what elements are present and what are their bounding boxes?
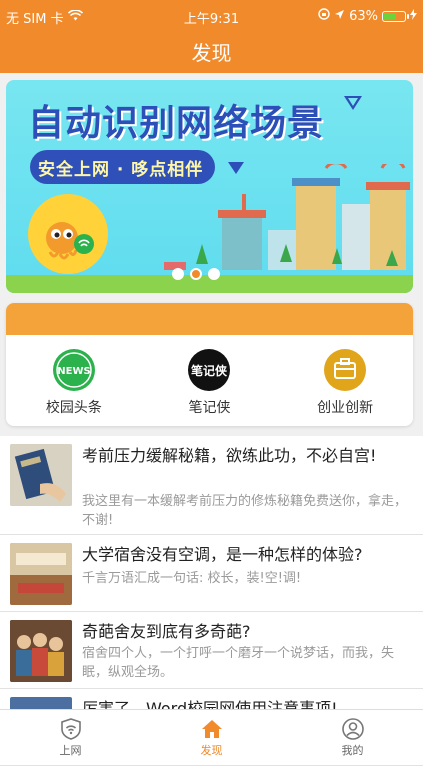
wifi-shield-icon xyxy=(0,716,141,742)
carousel-dot[interactable] xyxy=(190,268,202,280)
nav-bar: 发现 xyxy=(0,33,423,73)
article-desc: 我这里有一本缓解考前压力的修炼秘籍免费送你，拿走，不谢! xyxy=(82,494,408,528)
shortcut-campus-news[interactable]: NEWS 校园头条 xyxy=(14,349,134,417)
news-icon: NEWS xyxy=(52,349,95,391)
svg-text:笔记侠: 笔记侠 xyxy=(191,363,228,378)
notes-icon: 笔记侠 xyxy=(188,349,231,391)
article-title: 奇葩舍友到底有多奇葩? xyxy=(82,622,251,641)
list-item[interactable]: 大学宿舍没有空调，是一种怎样的体验? 千言万语汇成一句话: 校长，装!空!调! xyxy=(0,535,423,612)
article-title: 考前压力缓解秘籍，欲练此功，不必自宫! xyxy=(82,446,377,465)
article-thumbnail xyxy=(10,543,72,605)
page-title: 发现 xyxy=(191,41,232,65)
location-icon xyxy=(334,9,345,24)
mascot-illustration xyxy=(28,194,108,274)
article-desc: 宿舍四个人，一个打呼一个磨牙一个说梦话，而我，失眠，纵观全场。 xyxy=(82,646,395,680)
shortcut-card: NEWS 校园头条 笔记侠 笔记侠 创业创新 xyxy=(6,303,413,426)
lock-rotation-icon xyxy=(318,8,330,24)
city-illustration xyxy=(164,164,410,270)
home-icon xyxy=(141,716,282,742)
article-thumbnail xyxy=(10,444,72,506)
carousel-dot[interactable] xyxy=(208,268,220,280)
shortcut-label: 校园头条 xyxy=(45,400,102,416)
status-bar: 无 SIM 卡 上午9:31 63% xyxy=(0,0,423,33)
shortcut-label: 笔记侠 xyxy=(188,400,231,416)
svg-text:NEWS: NEWS xyxy=(57,366,90,377)
card-header-strip xyxy=(6,303,413,335)
promo-banner[interactable]: 自动识别网络场景 安全上网 · 哆点相伴 xyxy=(6,80,413,293)
charging-icon xyxy=(410,8,417,24)
banner-headline: 自动识别网络场景 xyxy=(28,103,325,144)
battery-percent: 63% xyxy=(349,8,378,24)
tab-label: 我的 xyxy=(341,744,364,757)
profile-icon xyxy=(282,716,423,742)
tab-discover[interactable]: 发现 xyxy=(141,710,282,762)
shortcut-startup[interactable]: 创业创新 xyxy=(285,349,405,417)
triangle-decoration xyxy=(344,96,362,110)
article-title: 大学宿舍没有空调，是一种怎样的体验? xyxy=(82,545,363,564)
carousel-dot[interactable] xyxy=(172,268,184,280)
tab-bar: 上网 发现 我的 xyxy=(0,709,423,762)
article-thumbnail xyxy=(10,620,72,682)
tab-label: 发现 xyxy=(200,744,223,757)
tab-label: 上网 xyxy=(59,744,82,757)
article-desc: 千言万语汇成一句话: 校长，装!空!调! xyxy=(82,571,302,586)
briefcase-icon xyxy=(324,349,367,391)
shortcut-label: 创业创新 xyxy=(317,400,374,416)
battery-icon xyxy=(382,10,409,22)
tab-internet[interactable]: 上网 xyxy=(0,710,141,762)
list-item[interactable]: 奇葩舍友到底有多奇葩? 宿舍四个人，一个打呼一个磨牙一个说梦话，而我，失眠，纵观… xyxy=(0,612,423,689)
tab-profile[interactable]: 我的 xyxy=(282,710,423,762)
list-item[interactable]: 考前压力缓解秘籍，欲练此功，不必自宫! 我这里有一本缓解考前压力的修炼秘籍免费送… xyxy=(0,436,423,535)
shortcut-notes[interactable]: 笔记侠 笔记侠 xyxy=(149,349,269,417)
carousel-indicator[interactable] xyxy=(172,268,220,280)
